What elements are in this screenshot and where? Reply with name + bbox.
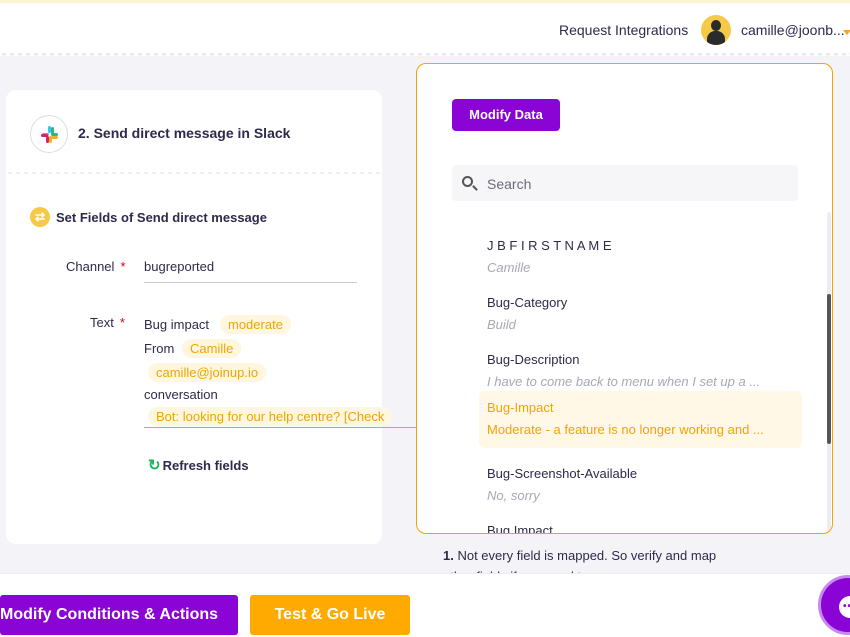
field-chip[interactable]: moderate <box>220 315 291 334</box>
item-name: Bug-Screenshot-Available <box>487 466 638 481</box>
search-input[interactable]: Search <box>452 165 798 201</box>
required-mark: * <box>120 259 126 274</box>
refresh-label: Refresh fields <box>162 458 249 473</box>
item-name: Bug-Impact <box>487 400 554 415</box>
item-name: J B F I R S T N A M E <box>487 238 612 253</box>
refresh-icon: ↻ <box>148 457 161 474</box>
item-value: Build <box>487 317 516 332</box>
topbar-wave-divider <box>0 53 850 59</box>
mapping-connector <box>382 427 418 428</box>
set-fields-title: Set Fields of Send direct message <box>56 210 267 225</box>
text-label: Text * <box>90 315 125 330</box>
scrollbar-thumb[interactable] <box>827 294 831 444</box>
section-divider <box>6 172 382 176</box>
search-placeholder: Search <box>487 176 532 192</box>
step-title: 2. Send direct message in Slack <box>78 125 291 141</box>
modify-conditions-actions-button[interactable]: Modify Conditions & Actions <box>0 595 238 635</box>
bottom-action-bar: Modify Conditions & Actions Test & Go Li… <box>0 573 850 637</box>
item-name: Bug-Category <box>487 295 568 310</box>
list-item[interactable]: Bug-Screenshot-Available No, sorry <box>479 457 802 514</box>
data-picker-panel: Modify Data Search J B F I R S T N A M E… <box>416 63 833 534</box>
slack-icon <box>30 115 68 153</box>
swap-icon: ⇄ <box>30 207 50 227</box>
step-card: 2. Send direct message in Slack ⇄ Set Fi… <box>6 90 416 544</box>
list-item-selected[interactable]: Bug-Impact Moderate - a feature is no lo… <box>479 391 802 448</box>
channel-label-text: Channel <box>66 259 115 274</box>
item-value: Moderate - a feature is no longer workin… <box>487 422 764 437</box>
note-number: 1. <box>443 548 454 563</box>
text-segment: conversation <box>144 387 218 402</box>
field-chip[interactable]: camille@joinup.io <box>148 363 267 382</box>
list-item[interactable]: Bug-Category Build <box>479 286 802 343</box>
modify-data-button[interactable]: Modify Data <box>452 99 560 131</box>
field-chip[interactable]: Bot: looking for our help centre? [Check <box>148 407 393 426</box>
chevron-down-icon[interactable] <box>843 30 850 35</box>
text-segment: Bug impact <box>144 317 210 332</box>
list-item[interactable]: Bug Impact <box>479 514 802 534</box>
mapping-note: 1. Not every field is mapped. So verify … <box>443 545 723 573</box>
note-text: Not every field is mapped. So verify and… <box>443 548 717 573</box>
required-mark: * <box>119 315 125 330</box>
request-integrations-link[interactable]: Request Integrations <box>559 22 688 38</box>
channel-field[interactable]: bugreported <box>144 259 357 283</box>
user-email[interactable]: camille@joonb... <box>741 22 845 38</box>
avatar[interactable] <box>701 15 731 45</box>
avatar-body <box>707 31 725 45</box>
item-value: I have to come back to menu when I set u… <box>487 374 761 389</box>
test-go-live-button[interactable]: Test & Go Live <box>250 595 410 635</box>
item-name: Bug-Description <box>487 352 580 367</box>
text-segment: From <box>144 341 175 356</box>
item-value: Camille <box>487 260 531 275</box>
channel-label: Channel * <box>66 259 126 274</box>
refresh-fields-button[interactable]: ↻ Refresh fields <box>148 456 249 474</box>
item-value: No, sorry <box>487 488 540 503</box>
field-chip[interactable]: Camille <box>182 339 242 358</box>
item-name: Bug Impact <box>487 523 553 534</box>
text-field-underline <box>144 427 416 428</box>
search-icon <box>462 176 473 187</box>
text-label-text: Text <box>90 315 114 330</box>
list-item[interactable]: J B F I R S T N A M E Camille <box>479 229 802 286</box>
top-bar: Request Integrations camille@joonb... <box>0 0 850 56</box>
avatar-head <box>711 20 721 31</box>
chat-dots: ••• <box>843 601 850 612</box>
